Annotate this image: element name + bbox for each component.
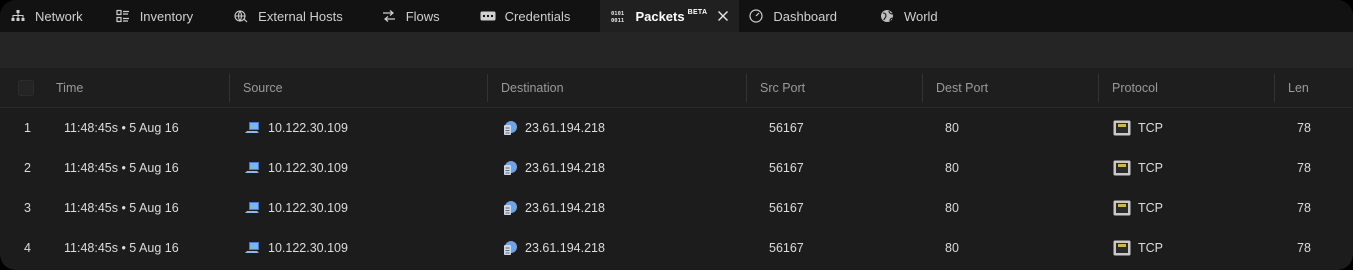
protocol-cell: TCP <box>1113 148 1163 188</box>
src-port-cell: 56167 <box>769 241 804 255</box>
tab-label: Dashboard <box>773 8 837 24</box>
external-hosts-icon <box>233 8 249 24</box>
flows-icon <box>381 8 397 24</box>
destination-cell: 23.61.194.218 <box>502 148 605 188</box>
tab-inventory[interactable]: Inventory <box>93 0 203 32</box>
time-cell: 11:48:45s • 5 Aug 16 <box>64 121 179 135</box>
column-protocol[interactable]: Protocol <box>1098 68 1158 108</box>
len-cell: 78 <box>1297 161 1311 175</box>
len-cell: 78 <box>1297 241 1311 255</box>
column-dest-port[interactable]: Dest Port <box>922 68 988 108</box>
tab-network[interactable]: Network <box>0 0 93 32</box>
time-cell: 11:48:45s • 5 Aug 16 <box>64 241 179 255</box>
select-all-checkbox[interactable] <box>18 80 34 96</box>
computer-icon <box>245 240 261 256</box>
close-icon[interactable] <box>717 10 729 22</box>
source-cell: 10.122.30.109 <box>245 148 348 188</box>
svg-text:0011: 0011 <box>611 18 625 23</box>
src-port-cell: 56167 <box>769 161 804 175</box>
tab-bar: Network Inventory External Hosts Flows C… <box>0 0 1353 32</box>
tab-label: Credentials <box>504 8 571 24</box>
row-number: 3 <box>24 201 31 215</box>
tab-label: Network <box>35 8 83 24</box>
row-number: 4 <box>24 241 31 255</box>
table-row[interactable]: 3 11:48:45s • 5 Aug 16 10.122.30.109 23.… <box>0 188 1353 228</box>
destination-cell: 23.61.194.218 <box>502 188 605 228</box>
len-cell: 78 <box>1297 121 1311 135</box>
app-window: Network Inventory External Hosts Flows C… <box>0 0 1353 270</box>
len-cell: 78 <box>1297 201 1311 215</box>
dashboard-icon <box>748 8 764 24</box>
row-number: 1 <box>24 121 31 135</box>
destination-cell: 23.61.194.218 <box>502 228 605 268</box>
column-len[interactable]: Len <box>1274 68 1309 108</box>
protocol-cell: TCP <box>1113 188 1163 228</box>
tab-world[interactable]: World <box>847 0 948 32</box>
tab-label: Packets <box>635 8 685 24</box>
server-icon <box>502 120 518 136</box>
column-src-port[interactable]: Src Port <box>746 68 805 108</box>
computer-icon <box>245 160 261 176</box>
packets-icon: 0101 0011 <box>610 8 626 24</box>
credentials-icon <box>480 8 496 24</box>
protocol-cell: TCP <box>1113 228 1163 268</box>
tab-packets[interactable]: 0101 0011 Packets BETA <box>600 0 740 32</box>
time-cell: 11:48:45s • 5 Aug 16 <box>64 161 179 175</box>
ethernet-port-icon <box>1113 120 1131 136</box>
table-row[interactable]: 1 11:48:45s • 5 Aug 16 10.122.30.109 23.… <box>0 108 1353 148</box>
computer-icon <box>245 120 261 136</box>
row-number: 2 <box>24 161 31 175</box>
table-header: Time Source Destination Src Port Dest Po… <box>0 68 1353 108</box>
source-cell: 10.122.30.109 <box>245 228 348 268</box>
destination-cell: 23.61.194.218 <box>502 108 605 148</box>
server-icon <box>502 240 518 256</box>
inventory-icon <box>115 8 131 24</box>
protocol-cell: TCP <box>1113 108 1163 148</box>
source-cell: 10.122.30.109 <box>245 108 348 148</box>
tab-label: Inventory <box>139 8 194 24</box>
tab-external-hosts[interactable]: External Hosts <box>203 0 353 32</box>
toolbar <box>0 32 1353 68</box>
tab-flows[interactable]: Flows <box>353 0 450 32</box>
beta-badge: BETA <box>687 8 708 16</box>
column-destination[interactable]: Destination <box>487 68 564 108</box>
globe-icon <box>879 8 895 24</box>
column-time[interactable]: Time <box>42 68 83 108</box>
ethernet-port-icon <box>1113 200 1131 216</box>
svg-text:0101: 0101 <box>611 11 625 17</box>
tab-label: World <box>903 8 938 24</box>
network-icon <box>10 8 26 24</box>
dest-port-cell: 80 <box>945 121 959 135</box>
table-row[interactable]: 4 11:48:45s • 5 Aug 16 10.122.30.109 23.… <box>0 228 1353 268</box>
time-cell: 11:48:45s • 5 Aug 16 <box>64 201 179 215</box>
tab-dashboard[interactable]: Dashboard <box>739 0 847 32</box>
tab-label: Flows <box>405 8 440 24</box>
server-icon <box>502 160 518 176</box>
tab-label: External Hosts <box>258 8 343 24</box>
table-row[interactable]: 2 11:48:45s • 5 Aug 16 10.122.30.109 23.… <box>0 148 1353 188</box>
source-cell: 10.122.30.109 <box>245 188 348 228</box>
src-port-cell: 56167 <box>769 201 804 215</box>
server-icon <box>502 200 518 216</box>
dest-port-cell: 80 <box>945 241 959 255</box>
column-source[interactable]: Source <box>229 68 283 108</box>
ethernet-port-icon <box>1113 240 1131 256</box>
src-port-cell: 56167 <box>769 121 804 135</box>
ethernet-port-icon <box>1113 160 1131 176</box>
dest-port-cell: 80 <box>945 161 959 175</box>
tab-credentials[interactable]: Credentials <box>450 0 581 32</box>
computer-icon <box>245 200 261 216</box>
dest-port-cell: 80 <box>945 201 959 215</box>
